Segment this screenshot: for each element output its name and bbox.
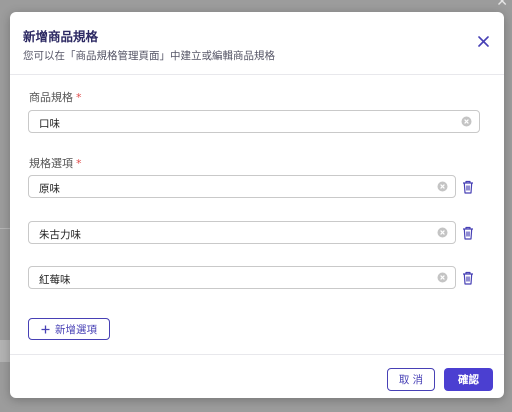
confirm-button[interactable]: 確認 — [444, 368, 493, 391]
spec-option-input[interactable]: 朱古力味 — [28, 221, 456, 244]
clear-icon[interactable] — [437, 272, 448, 283]
add-option-button[interactable]: 新增選項 — [28, 318, 110, 340]
spec-option-value: 朱古力味 — [39, 229, 81, 241]
modal-subtitle: 您可以在「商品規格管理頁面」中建立或編輯商品規格 — [23, 50, 275, 62]
spec-name-value: 口味 — [39, 118, 60, 130]
background-divider — [0, 228, 10, 229]
modal-title: 新增商品規格 — [23, 29, 99, 44]
required-mark: * — [76, 91, 82, 104]
background-element — [0, 340, 10, 362]
add-spec-modal: 新增商品規格 您可以在「商品規格管理頁面」中建立或編輯商品規格 商品規格 * 口味… — [10, 12, 504, 398]
modal-footer: 取 消 確認 — [10, 354, 504, 399]
spec-name-input[interactable]: 口味 — [28, 110, 480, 133]
spec-option-input[interactable]: 原味 — [28, 175, 456, 198]
add-option-label: 新增選項 — [55, 323, 97, 336]
clear-icon[interactable] — [437, 181, 448, 192]
spec-option-value: 紅莓味 — [39, 274, 71, 286]
modal-header: 新增商品規格 您可以在「商品規格管理頁面」中建立或編輯商品規格 — [10, 12, 504, 75]
close-button[interactable] — [474, 32, 492, 50]
spec-name-label: 商品規格 * — [29, 89, 82, 105]
spec-options-label-text: 規格選項 — [29, 157, 73, 170]
spec-option-value: 原味 — [39, 183, 60, 195]
required-mark: * — [76, 157, 82, 170]
close-icon — [477, 35, 489, 47]
clear-icon[interactable] — [437, 227, 448, 238]
trash-icon[interactable] — [462, 271, 474, 285]
spec-name-label-text: 商品規格 — [29, 91, 73, 104]
spec-options-label: 規格選項 * — [29, 155, 82, 171]
clear-icon[interactable] — [461, 116, 472, 127]
spec-option-input[interactable]: 紅莓味 — [28, 266, 456, 289]
trash-icon[interactable] — [462, 180, 474, 194]
cancel-button[interactable]: 取 消 — [387, 368, 435, 391]
background-close-icon: ✕ — [496, 0, 508, 10]
trash-icon[interactable] — [462, 226, 474, 240]
plus-icon — [41, 325, 50, 333]
